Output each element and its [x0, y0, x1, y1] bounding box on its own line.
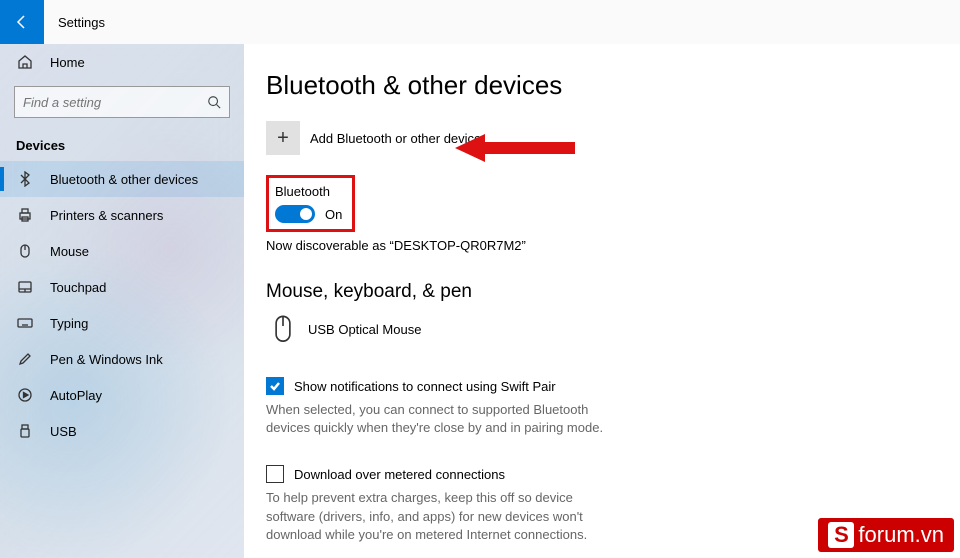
printer-icon [16, 206, 34, 224]
bluetooth-toggle-state: On [325, 207, 342, 222]
sidebar-item-label: Mouse [50, 244, 89, 259]
search-input[interactable] [23, 95, 207, 110]
add-device-button[interactable]: + Add Bluetooth or other device [266, 121, 960, 155]
annotation-highlight-box: Bluetooth On [266, 175, 355, 232]
back-button[interactable] [0, 0, 44, 44]
section-mkp-title: Mouse, keyboard, & pen [266, 281, 960, 303]
sidebar-item-mouse[interactable]: Mouse [0, 233, 244, 269]
sidebar-home[interactable]: Home [0, 44, 244, 80]
sidebar-item-typing[interactable]: Typing [0, 305, 244, 341]
device-name: USB Optical Mouse [308, 322, 421, 337]
sidebar-item-touchpad[interactable]: Touchpad [0, 269, 244, 305]
annotation-arrow [455, 130, 575, 171]
sidebar-home-label: Home [50, 55, 85, 70]
autoplay-icon [16, 386, 34, 404]
sidebar-item-label: Touchpad [50, 280, 106, 295]
pen-icon [16, 350, 34, 368]
sidebar-item-label: AutoPlay [50, 388, 102, 403]
sidebar-item-usb[interactable]: USB [0, 413, 244, 449]
search-icon [207, 95, 221, 109]
sidebar-item-autoplay[interactable]: AutoPlay [0, 377, 244, 413]
sidebar-item-label: Pen & Windows Ink [50, 352, 163, 367]
watermark-text: forum.vn [858, 522, 944, 548]
sidebar-item-label: USB [50, 424, 77, 439]
bluetooth-icon [16, 170, 34, 188]
watermark-badge: S [828, 522, 854, 548]
home-icon [16, 53, 34, 71]
sidebar-item-label: Bluetooth & other devices [50, 172, 198, 187]
watermark: S forum.vn [818, 518, 954, 552]
bluetooth-label: Bluetooth [275, 184, 342, 199]
swift-pair-checkbox[interactable] [266, 377, 284, 395]
touchpad-icon [16, 278, 34, 296]
usb-icon [16, 422, 34, 440]
sidebar-item-pen[interactable]: Pen & Windows Ink [0, 341, 244, 377]
bluetooth-toggle[interactable] [275, 205, 315, 223]
metered-desc: To help prevent extra charges, keep this… [266, 489, 606, 544]
sidebar: Home Devices Bluetooth & other devices P… [0, 44, 244, 558]
metered-label: Download over metered connections [294, 467, 505, 482]
mouse-device-icon [272, 315, 294, 343]
sidebar-category: Devices [0, 130, 244, 161]
keyboard-icon [16, 314, 34, 332]
sidebar-item-printers[interactable]: Printers & scanners [0, 197, 244, 233]
discoverable-text: Now discoverable as “DESKTOP-QR0R7M2” [266, 238, 960, 253]
plus-icon: + [266, 121, 300, 155]
page-title: Bluetooth & other devices [266, 70, 960, 101]
device-row[interactable]: USB Optical Mouse [266, 315, 960, 343]
metered-checkbox[interactable] [266, 465, 284, 483]
mouse-icon [16, 242, 34, 260]
swift-pair-desc: When selected, you can connect to suppor… [266, 401, 606, 437]
sidebar-item-label: Printers & scanners [50, 208, 163, 223]
window-title: Settings [44, 15, 105, 30]
search-box[interactable] [14, 86, 230, 118]
content-area: Bluetooth & other devices + Add Bluetoot… [244, 44, 960, 558]
swift-pair-label: Show notifications to connect using Swif… [294, 379, 556, 394]
sidebar-item-bluetooth[interactable]: Bluetooth & other devices [0, 161, 244, 197]
sidebar-item-label: Typing [50, 316, 88, 331]
